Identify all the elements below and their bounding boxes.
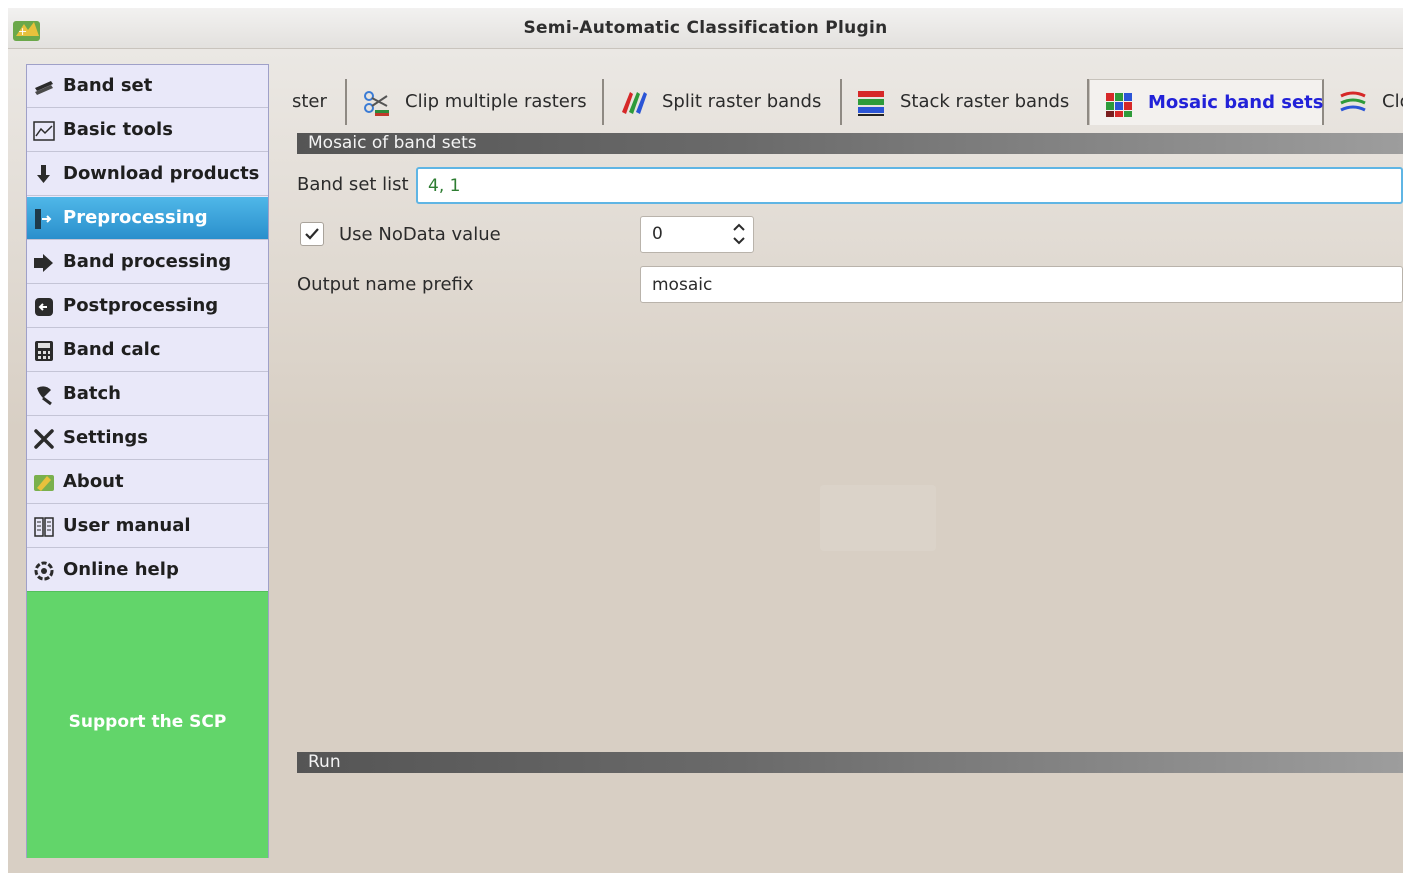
split-bands-icon — [622, 92, 647, 114]
mosaic-icon — [1106, 93, 1132, 117]
user-manual-icon — [34, 517, 54, 537]
plugin-content: Band set Basic tools Download products P… — [8, 49, 1403, 873]
sidebar-item-postprocessing[interactable]: Postprocessing — [27, 285, 268, 328]
sidebar-item-label: User manual — [63, 515, 191, 536]
empty-area — [820, 485, 936, 551]
nodata-value: 0 — [652, 224, 663, 244]
tab-cloud-partial[interactable]: Clo — [1324, 79, 1403, 125]
tab-clip-multiple-rasters[interactable]: Clip multiple rasters — [347, 79, 604, 125]
tab-split-raster-bands[interactable]: Split raster bands — [604, 79, 842, 125]
output-prefix-input[interactable] — [640, 266, 1403, 303]
title-bar: + Semi-Automatic Classification Plugin — [8, 8, 1403, 49]
checkmark-icon — [305, 228, 319, 240]
sidebar-item-basic-tools[interactable]: Basic tools — [27, 109, 268, 152]
nodata-value-spinbox[interactable]: 0 — [640, 216, 754, 253]
tab-label: Clip multiple rasters — [405, 91, 587, 112]
sidebar-item-about[interactable]: About — [27, 461, 268, 504]
tab-label: Split raster bands — [662, 91, 822, 112]
sidebar-item-preprocessing[interactable]: Preprocessing — [27, 197, 268, 240]
about-icon — [34, 475, 54, 491]
postprocessing-icon — [35, 298, 53, 316]
sidebar-item-label: Online help — [63, 559, 179, 580]
download-icon — [37, 165, 50, 183]
sidebar-menu: Band set Basic tools Download products P… — [26, 64, 269, 858]
sidebar-item-download-products[interactable]: Download products — [27, 153, 268, 196]
sidebar-item-label: Preprocessing — [63, 207, 208, 228]
window-title: Semi-Automatic Classification Plugin — [523, 18, 888, 38]
sidebar-item-settings[interactable]: Settings — [27, 417, 268, 460]
sidebar-item-label: Band calc — [63, 339, 161, 360]
batch-icon — [37, 386, 52, 406]
sidebar-item-online-help[interactable]: Online help — [27, 549, 268, 592]
sidebar-item-band-set[interactable]: Band set — [27, 65, 268, 108]
sidebar-item-label: Band processing — [63, 251, 232, 272]
sidebar-item-band-processing[interactable]: Band processing — [27, 241, 268, 284]
use-nodata-label: Use NoData value — [339, 224, 501, 245]
band-set-list-label: Band set list — [297, 174, 409, 195]
tab-label: Stack raster bands — [900, 91, 1070, 112]
spin-arrows-icon[interactable] — [731, 220, 747, 248]
sidebar-item-label: Download products — [63, 163, 260, 184]
support-label: Support the SCP — [68, 712, 227, 732]
run-section-header: Run — [297, 752, 1403, 773]
band-set-icon — [35, 81, 53, 95]
calculator-icon — [35, 341, 53, 361]
tab-label: Clo — [1382, 91, 1403, 112]
stack-bands-icon — [858, 91, 884, 116]
sidebar-item-label: Basic tools — [63, 119, 173, 140]
tab-label: Mosaic band sets — [1148, 92, 1324, 113]
tab-clip-raster-partial[interactable]: ster — [292, 79, 347, 125]
cloud-icon — [1340, 91, 1366, 112]
sidebar-item-label: Band set — [63, 75, 153, 96]
plugin-window: + Semi-Automatic Classification Plugin B… — [8, 8, 1403, 873]
band-processing-icon — [34, 254, 53, 272]
settings-icon — [34, 429, 54, 449]
basic-tools-icon — [33, 121, 55, 141]
clip-icon — [364, 91, 389, 116]
support-scp-button[interactable]: Support the SCP — [27, 591, 268, 858]
sidebar-item-band-calc[interactable]: Band calc — [27, 329, 268, 372]
sidebar-item-label: Settings — [63, 427, 148, 448]
preprocessing-icon — [35, 209, 52, 229]
tab-mosaic-band-sets[interactable]: Mosaic band sets — [1089, 79, 1324, 125]
band-set-list-input[interactable] — [416, 167, 1403, 204]
sidebar-item-label: About — [63, 471, 124, 492]
sidebar-item-label: Batch — [63, 383, 121, 404]
tool-tab-bar: ster Clip multiple rasters Split raster … — [292, 75, 1403, 125]
use-nodata-checkbox[interactable] — [300, 222, 324, 246]
mosaic-section-header: Mosaic of band sets — [297, 133, 1403, 154]
output-prefix-label: Output name prefix — [297, 274, 474, 295]
sidebar-item-label: Postprocessing — [63, 295, 219, 316]
tab-label: ster — [292, 91, 327, 112]
sidebar-item-user-manual[interactable]: User manual — [27, 505, 268, 548]
tab-stack-raster-bands[interactable]: Stack raster bands — [842, 79, 1089, 125]
sidebar-item-batch[interactable]: Batch — [27, 373, 268, 416]
online-help-icon — [34, 561, 54, 581]
